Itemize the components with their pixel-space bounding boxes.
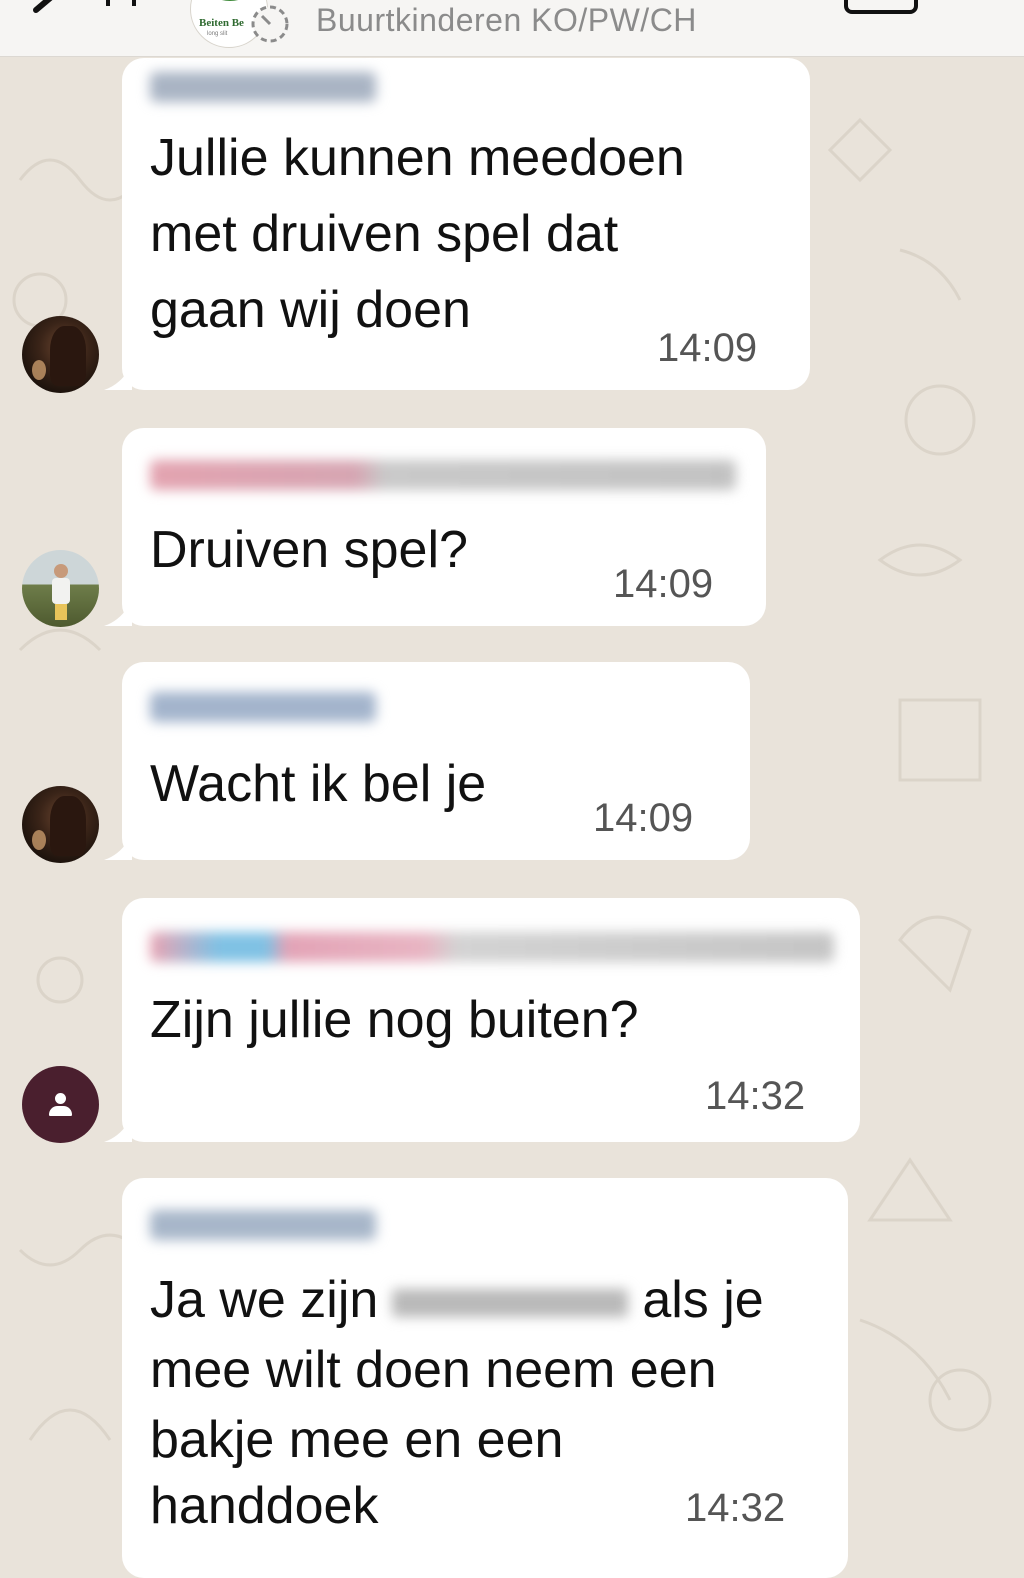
message-text: Ja we zijn als je <box>150 1262 764 1338</box>
group-avatar-logo: Beiten Be <box>199 17 244 29</box>
message-bubble[interactable]: Zijn jullie nog buiten? 14:32 <box>104 898 860 1142</box>
message-time: 14:32 <box>685 1486 786 1530</box>
message-text: Wacht ik bel je <box>150 755 487 813</box>
group-logo-graphic <box>205 0 255 1</box>
message-time: 14:09 <box>613 562 714 606</box>
avatar[interactable] <box>22 316 99 393</box>
redacted-location <box>392 1289 629 1318</box>
bubble-tail <box>104 600 132 626</box>
avatar-photo <box>50 326 86 386</box>
chevron-left-icon[interactable] <box>22 0 72 28</box>
avatar[interactable] <box>22 550 99 627</box>
message-bubble[interactable]: Ja we zijn als je mee wilt doen neem een … <box>122 1178 848 1578</box>
sender-name-redacted <box>150 932 834 962</box>
message-text: handdoek <box>150 1477 379 1535</box>
sender-name-redacted <box>150 1210 376 1240</box>
message-time: 14:09 <box>657 326 758 370</box>
message-text: gaan wij doen <box>150 281 471 339</box>
group-avatar-subtext: long slit <box>207 31 228 37</box>
message-text: bakje mee en een <box>150 1411 564 1469</box>
message-text: Zijn jullie nog buiten? <box>150 991 639 1049</box>
menu-fragment-icon[interactable] <box>104 0 144 16</box>
video-call-icon[interactable] <box>842 0 952 24</box>
sender-name-redacted <box>150 460 736 490</box>
avatar-photo <box>54 564 68 578</box>
avatar-photo-detail <box>52 578 70 604</box>
bubble-tail <box>104 834 132 860</box>
avatar-photo-detail <box>32 360 46 380</box>
message-bubble[interactable]: Wacht ik bel je 14:09 <box>104 662 750 860</box>
message-time: 14:32 <box>705 1074 806 1118</box>
message-text: mee wilt doen neem een <box>150 1341 717 1399</box>
message-text: Jullie kunnen meedoen <box>150 129 685 187</box>
avatar-photo-detail <box>32 830 46 850</box>
sender-name-redacted <box>150 692 376 722</box>
chat-header: Beiten Be long slit Buurtkinderen KO/PW/… <box>0 0 1024 57</box>
default-person-icon <box>55 1093 66 1104</box>
message-text: met druiven spel dat <box>150 205 619 263</box>
message-text-part: als je <box>642 1271 764 1329</box>
avatar[interactable] <box>22 1066 99 1143</box>
message-text-part: Ja we zijn <box>150 1271 379 1329</box>
message-text: Druiven spel? <box>150 521 468 579</box>
message-time: 14:09 <box>593 796 694 840</box>
bubble-tail <box>104 364 132 390</box>
message-bubble[interactable]: Jullie kunnen meedoen met druiven spel d… <box>104 58 810 390</box>
avatar-photo-detail <box>55 604 67 620</box>
avatar-photo <box>50 796 86 856</box>
default-person-icon-body <box>49 1106 72 1116</box>
avatar[interactable] <box>22 786 99 863</box>
disappearing-messages-icon <box>251 5 289 43</box>
message-bubble[interactable]: Druiven spel? 14:09 <box>104 428 766 626</box>
sender-name-redacted <box>150 72 376 102</box>
group-name[interactable]: Buurtkinderen KO/PW/CH <box>316 2 697 39</box>
bubble-tail <box>104 1116 132 1142</box>
